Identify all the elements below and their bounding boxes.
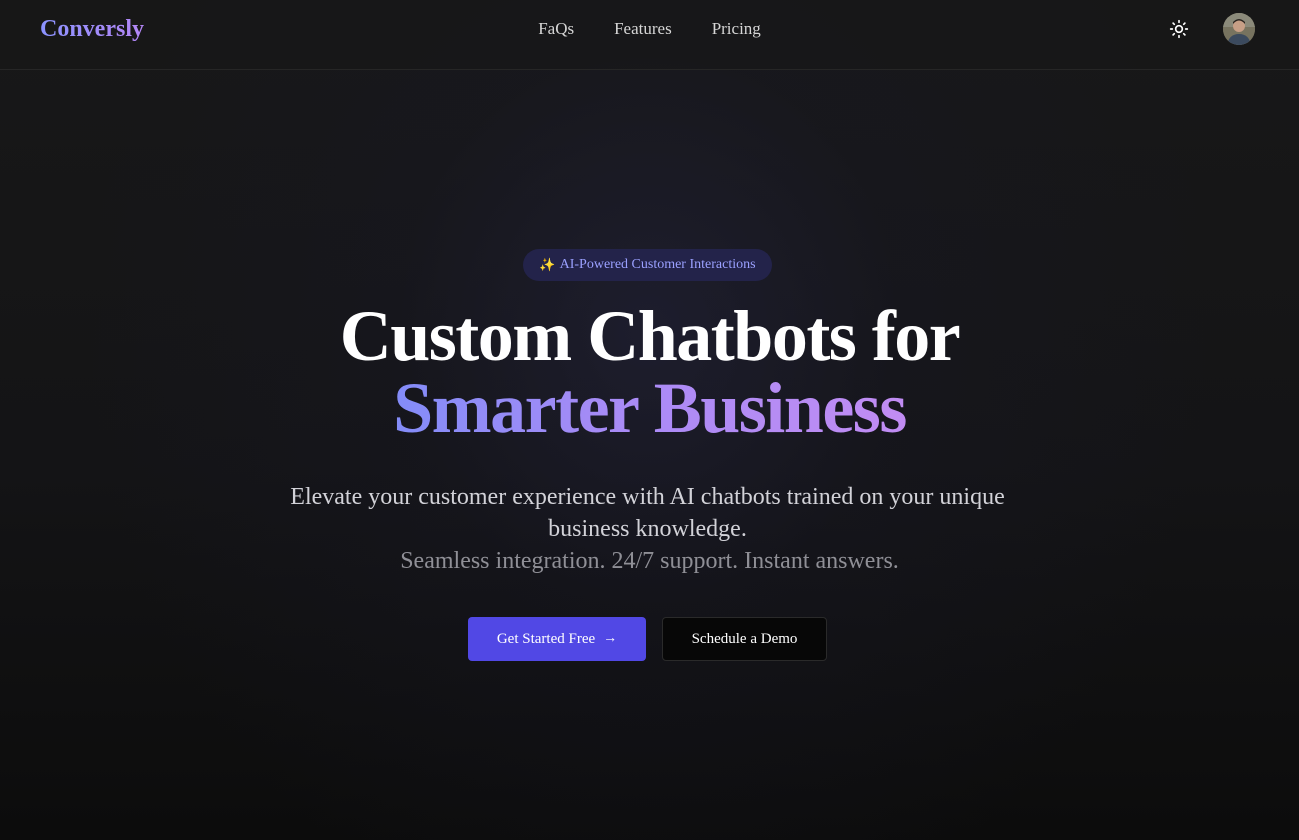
arrow-right-icon: → — [603, 631, 618, 646]
nav-link-faqs[interactable]: FaQs — [538, 18, 574, 40]
nav-link-pricing[interactable]: Pricing — [712, 18, 761, 40]
brand-logo[interactable]: Conversly — [40, 14, 144, 44]
sun-icon — [1169, 19, 1189, 39]
avatar-image — [1223, 13, 1255, 45]
headline-line-1: Custom Chatbots for — [339, 296, 961, 376]
theme-toggle-button[interactable] — [1165, 15, 1193, 43]
sparkles-icon: ✨ — [539, 257, 556, 272]
hero-tagline: Seamless integration. 24/7 support. Inst… — [400, 548, 899, 574]
feature-badge: ✨ AI-Powered Customer Interactions — [523, 249, 772, 281]
top-navigation-bar: Conversly FaQs Features Pricing — [0, 0, 1299, 70]
get-started-button[interactable]: Get Started Free → — [468, 617, 646, 661]
badge-text: AI-Powered Customer Interactions — [559, 257, 756, 272]
main-nav: FaQs Features Pricing — [0, 18, 1299, 40]
get-started-label: Get Started Free — [496, 630, 596, 647]
hero-headline: Custom Chatbots for Smarter Business — [0, 300, 1299, 444]
hero-subtitle: Elevate your customer experience with AI… — [290, 484, 1005, 542]
schedule-demo-button[interactable]: Schedule a Demo — [662, 617, 827, 661]
user-avatar[interactable] — [1223, 13, 1255, 45]
nav-link-features[interactable]: Features — [614, 18, 672, 40]
headline-line-2-gradient: Smarter Business — [393, 368, 907, 448]
